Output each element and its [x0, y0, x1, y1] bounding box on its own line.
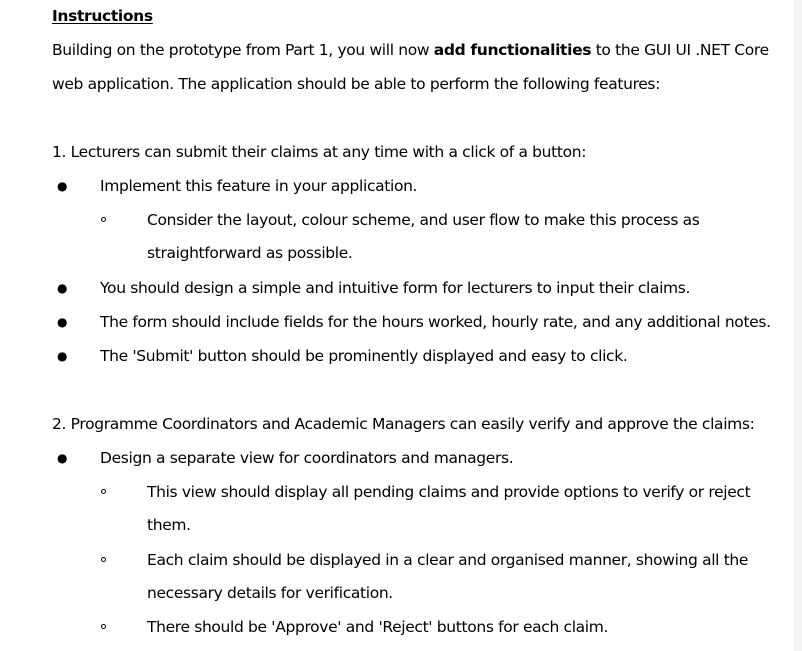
intro-line-2: web application. The application should …: [52, 75, 661, 93]
section-2-sub-bullet-line2: them.: [147, 516, 191, 534]
section-1-bullet: The 'Submit' button should be prominentl…: [100, 347, 628, 365]
section-2-sub-bullet-line1: This view should display all pending cla…: [147, 483, 751, 501]
bullet-icon: ●: [57, 179, 68, 193]
section-1-bullet: You should design a simple and intuitive…: [100, 279, 691, 297]
intro-emphasis: add functionalities: [433, 41, 592, 59]
intro-line-1: Building on the prototype from Part 1, y…: [52, 40, 769, 60]
bullet-icon: ●: [57, 281, 68, 295]
section-2-sub-bullet-line2: necessary details for verification.: [147, 584, 393, 602]
section-1-sub-bullet-line2: straightforward as possible.: [147, 244, 353, 262]
section-2-bullet: Design a separate view for coordinators …: [100, 449, 514, 467]
section-1-bullet: Implement this feature in your applicati…: [100, 177, 418, 195]
bullet-icon: ●: [57, 315, 68, 329]
intro-text-after: to the GUI UI .NET Core: [591, 41, 769, 59]
circle-bullet-icon: [101, 557, 106, 562]
bullet-icon: ●: [57, 349, 68, 363]
section-1-sub-bullet-line1: Consider the layout, colour scheme, and …: [147, 211, 700, 229]
section-1-title: 1. Lecturers can submit their claims at …: [52, 143, 587, 161]
section-2-sub-bullet-line1: There should be 'Approve' and 'Reject' b…: [147, 618, 609, 636]
instructions-heading: Instructions: [52, 7, 153, 25]
circle-bullet-icon: [101, 624, 106, 629]
circle-bullet-icon: [101, 217, 106, 222]
circle-bullet-icon: [101, 489, 106, 494]
page-edge: [794, 0, 802, 651]
bullet-icon: ●: [57, 451, 68, 465]
section-2-sub-bullet-line1: Each claim should be displayed in a clea…: [147, 551, 749, 569]
section-2-title: 2. Programme Coordinators and Academic M…: [52, 415, 755, 433]
intro-text-before: Building on the prototype from Part 1, y…: [52, 41, 434, 59]
section-1-bullet: The form should include fields for the h…: [100, 313, 771, 331]
